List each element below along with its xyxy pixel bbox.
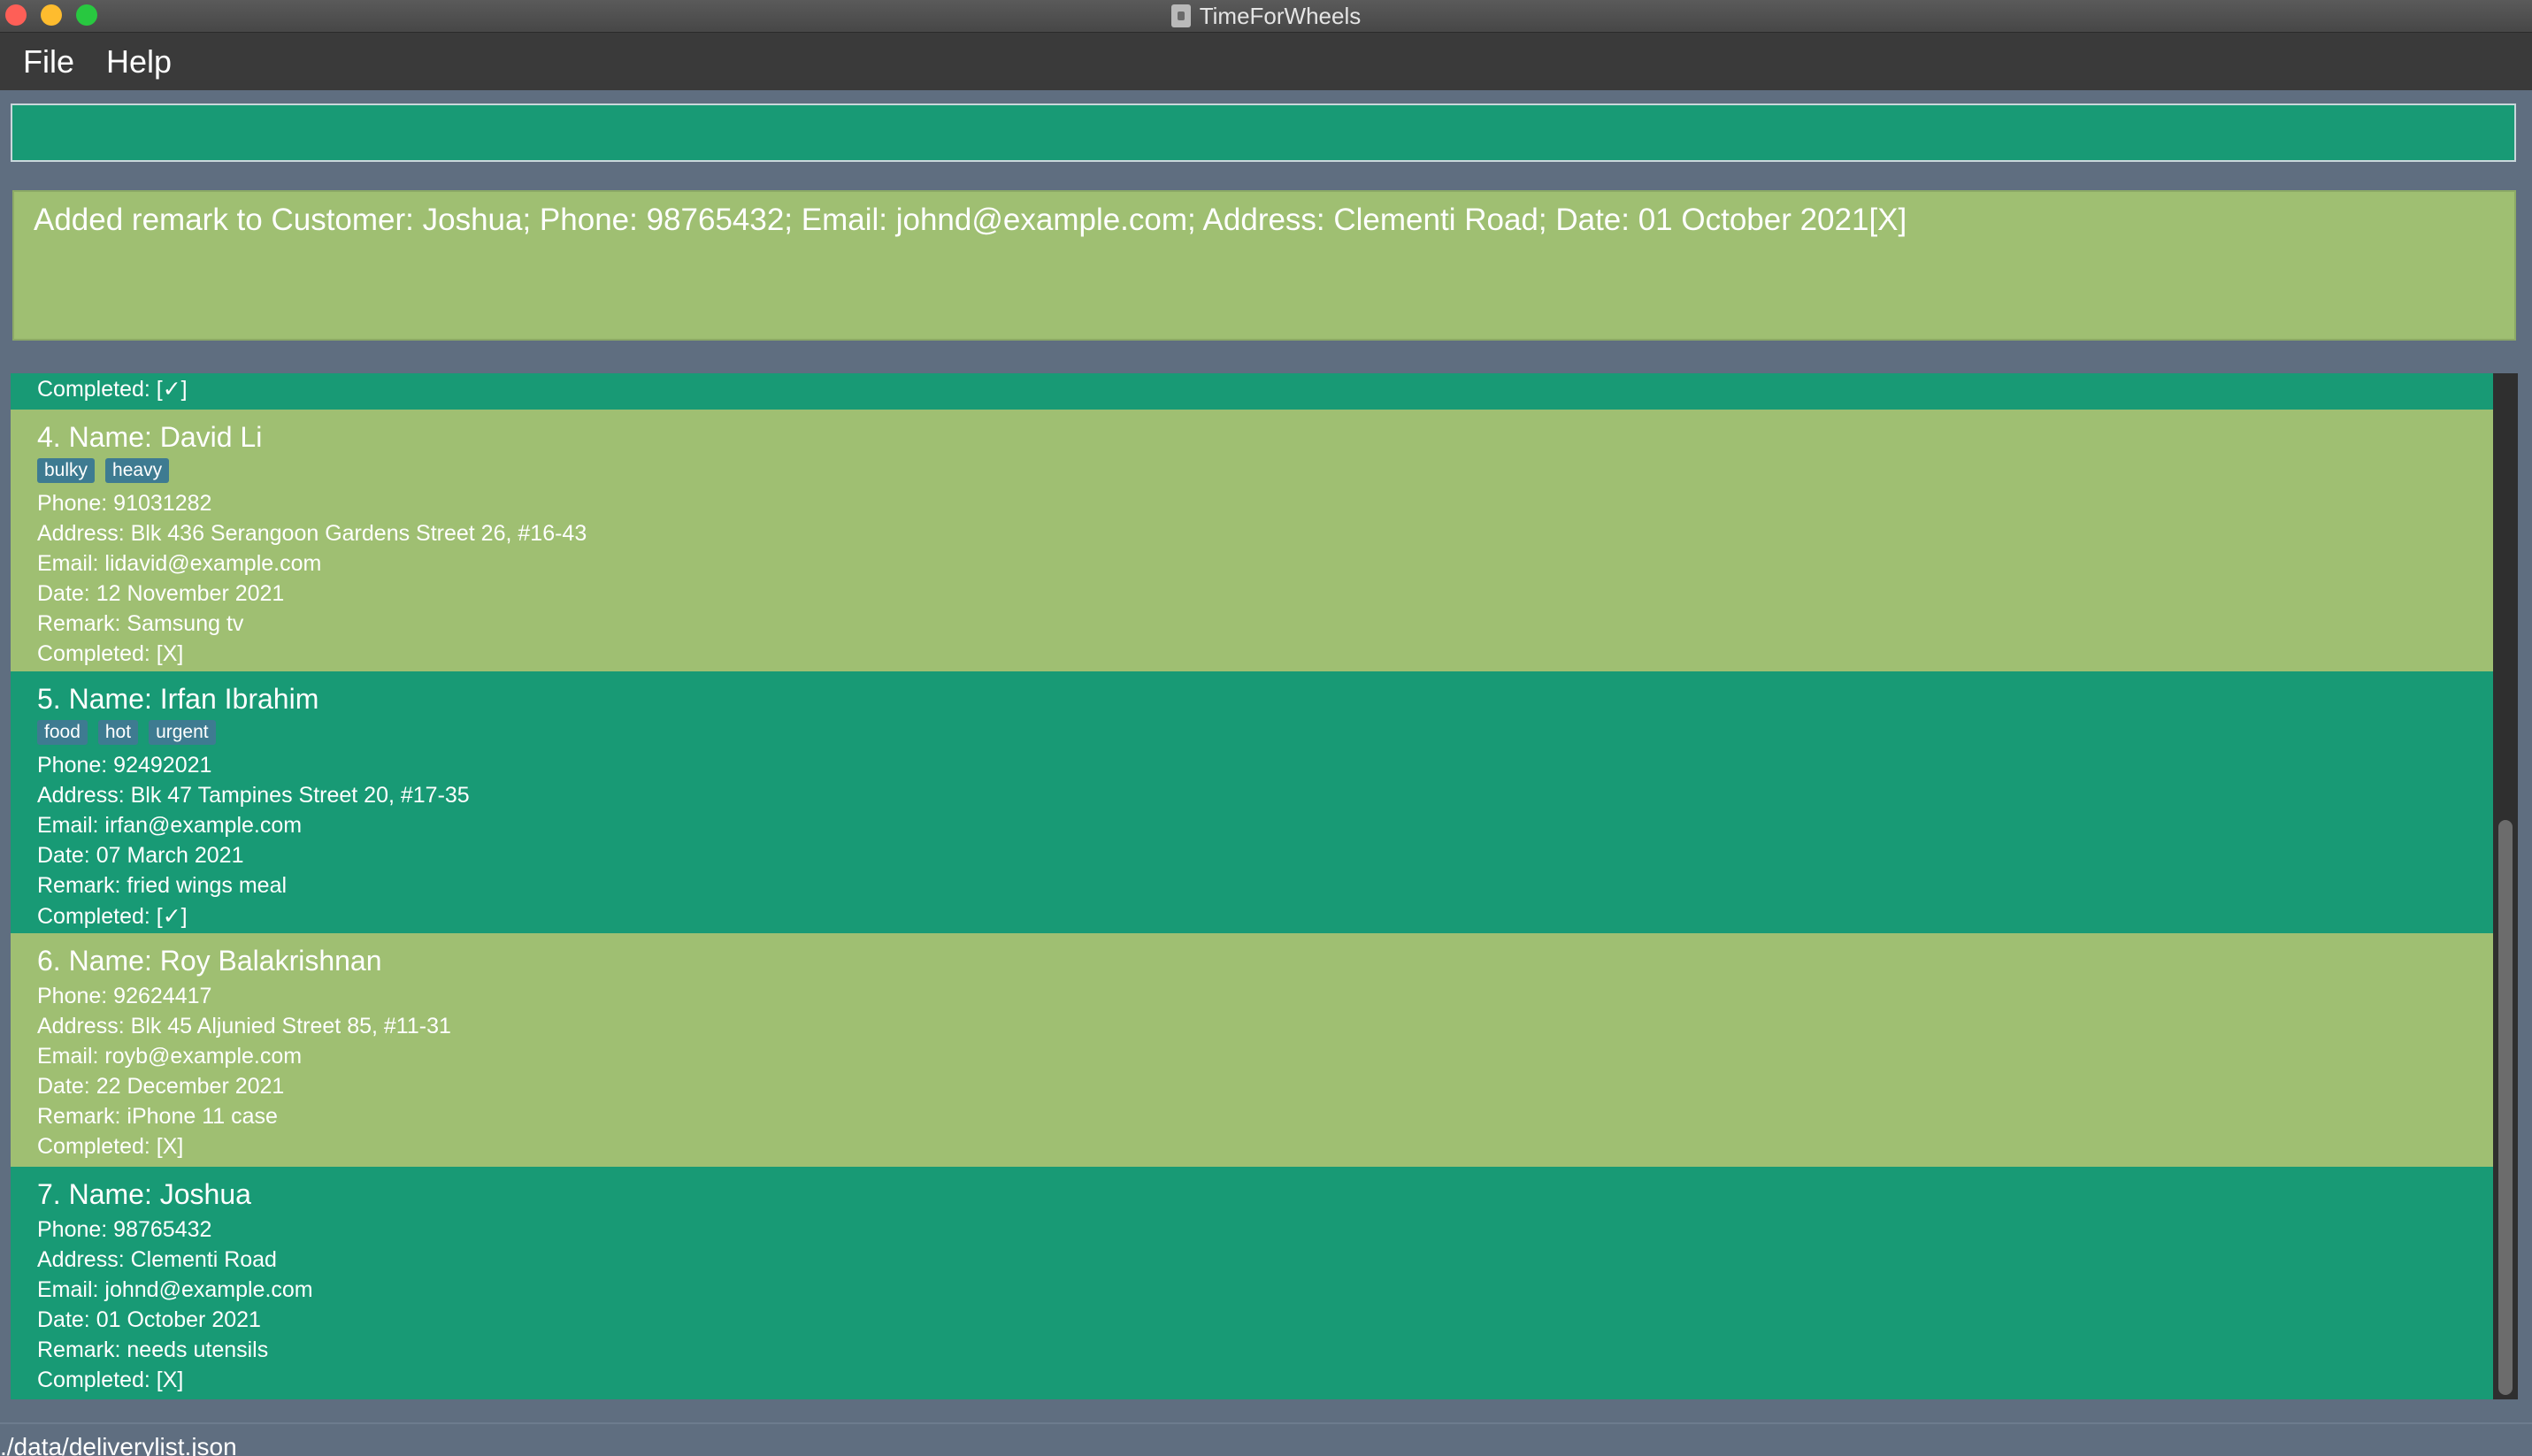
customer-name: 7. Name: Joshua	[37, 1178, 251, 1210]
command-box-area	[0, 90, 2532, 175]
delivery-list[interactable]: Completed: [✓] 4. Name: David Li bulky h…	[11, 373, 2493, 1399]
date-field: Date: 12 November 2021	[37, 581, 285, 606]
date-field: Date: 07 March 2021	[37, 843, 244, 868]
phone-field: Phone: 92624417	[37, 984, 212, 1008]
remark-field: Remark: Samsung tv	[37, 611, 244, 636]
phone-field: Phone: 92492021	[37, 753, 212, 778]
remark-field: Remark: needs utensils	[37, 1337, 269, 1362]
window-title: TimeForWheels	[1199, 2, 1362, 29]
completed-field: Completed: [X]	[37, 641, 184, 666]
status-bar: ./data/deliverylist.json	[0, 1422, 2532, 1456]
email-field: Email: lidavid@example.com	[37, 551, 322, 576]
app-window: TimeForWheels File Help Added remark to …	[0, 0, 2532, 1456]
list-item[interactable]: 4. Name: David Li bulky heavy Phone: 910…	[11, 410, 2493, 671]
tag-list: bulky heavy	[37, 458, 170, 483]
date-field: Date: 01 October 2021	[37, 1307, 261, 1332]
list-item[interactable]: 7. Name: Joshua Phone: 98765432 Address:…	[11, 1167, 2493, 1399]
phone-field: Phone: 98765432	[37, 1217, 212, 1242]
tag: heavy	[105, 458, 170, 483]
menu-bar: File Help	[0, 33, 2532, 90]
email-field: Email: royb@example.com	[37, 1044, 303, 1069]
delivery-list-panel: Completed: [✓] 4. Name: David Li bulky h…	[0, 352, 2532, 1422]
remark-field: Remark: fried wings meal	[37, 873, 288, 898]
list-item-partial[interactable]: Completed: [✓]	[11, 373, 2493, 410]
phone-field: Phone: 91031282	[37, 491, 212, 516]
window-title-group: TimeForWheels	[0, 0, 2532, 32]
customer-name: 6. Name: Roy Balakrishnan	[37, 945, 382, 977]
command-input[interactable]	[11, 103, 2516, 162]
menu-file[interactable]: File	[23, 43, 74, 80]
address-field: Address: Blk 45 Aljunied Street 85, #11-…	[37, 1014, 451, 1038]
completed-field: Completed: [✓]	[37, 377, 188, 402]
tag-list: food hot urgent	[37, 720, 216, 745]
completed-field: Completed: [✓]	[37, 904, 188, 929]
completed-field: Completed: [X]	[37, 1368, 184, 1392]
title-bar: TimeForWheels	[0, 0, 2532, 33]
tag: bulky	[37, 458, 96, 483]
result-display: Added remark to Customer: Joshua; Phone:…	[12, 190, 2516, 341]
remark-field: Remark: iPhone 11 case	[37, 1104, 278, 1129]
tag: hot	[97, 720, 139, 745]
email-field: Email: johnd@example.com	[37, 1277, 313, 1302]
address-field: Address: Clementi Road	[37, 1247, 277, 1272]
address-field: Address: Blk 47 Tampines Street 20, #17-…	[37, 783, 470, 808]
menu-help[interactable]: Help	[106, 43, 172, 80]
date-field: Date: 22 December 2021	[37, 1074, 285, 1099]
email-field: Email: irfan@example.com	[37, 813, 303, 838]
customer-name: 5. Name: Irfan Ibrahim	[37, 683, 319, 715]
tag: urgent	[149, 720, 216, 745]
result-message: Added remark to Customer: Joshua; Phone:…	[34, 203, 1907, 237]
list-scrollbar[interactable]	[2493, 373, 2518, 1399]
list-item[interactable]: 5. Name: Irfan Ibrahim food hot urgent P…	[11, 671, 2493, 933]
scrollbar-thumb[interactable]	[2498, 820, 2513, 1395]
list-item[interactable]: 6. Name: Roy Balakrishnan Phone: 9262441…	[11, 933, 2493, 1167]
customer-name: 4. Name: David Li	[37, 421, 263, 453]
app-icon	[1170, 4, 1191, 27]
save-file-path: ./data/deliverylist.json	[0, 1433, 237, 1456]
completed-field: Completed: [X]	[37, 1134, 184, 1159]
tag: food	[37, 720, 88, 745]
address-field: Address: Blk 436 Serangoon Gardens Stree…	[37, 521, 587, 546]
